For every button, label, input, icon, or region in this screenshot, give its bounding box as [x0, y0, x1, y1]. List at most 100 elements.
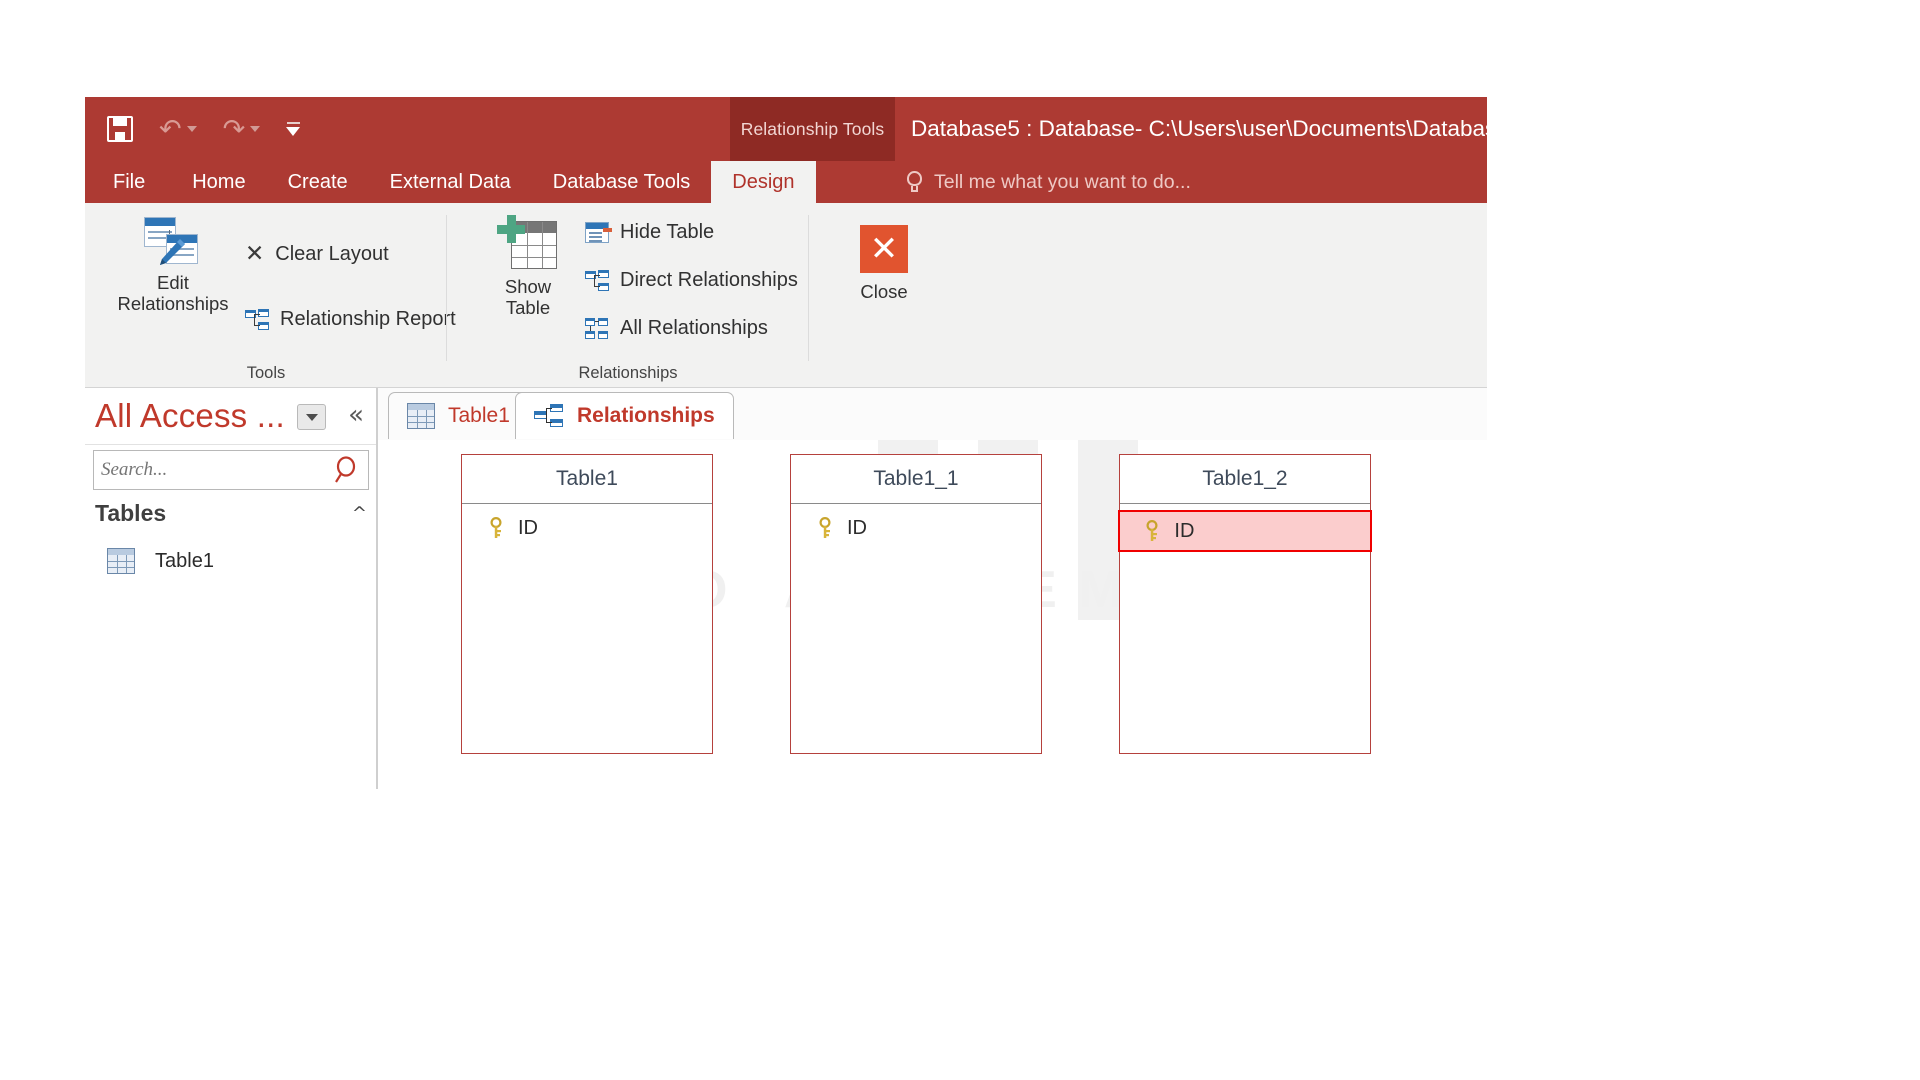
show-table-button[interactable]: Show Table [483, 215, 573, 318]
collapse-navigation-pane-button[interactable]: « [348, 402, 364, 428]
show-table-label-2: Table [505, 296, 551, 318]
tab-create[interactable]: Create [267, 161, 369, 203]
workspace: All Access ... « Tables ^ [85, 388, 1487, 789]
tables-group-header[interactable]: Tables ^ [95, 500, 367, 527]
all-relationships-icon [585, 317, 609, 340]
ribbon-group-tools: Edit Relationships ✕ Clear Layout Relati… [85, 203, 456, 387]
redo-button[interactable]: ↷ [223, 116, 261, 143]
contextual-tab-text: Relationship Tools [740, 118, 885, 139]
document-tab-table1[interactable]: Table1 [388, 392, 529, 439]
search-field[interactable] [93, 450, 369, 490]
all-relationships-label: All Relationships [620, 317, 768, 339]
relationship-table-table1-1[interactable]: Table1_1 ID [790, 454, 1042, 754]
all-relationships-button[interactable]: All Relationships [585, 317, 768, 340]
primary-key-icon [1144, 519, 1161, 542]
navigation-pane: All Access ... « Tables ^ [85, 388, 378, 789]
relationship-table-table1-2[interactable]: Table1_2 ID [1118, 454, 1372, 754]
tab-home[interactable]: Home [171, 161, 266, 203]
navigation-pane-dropdown-button[interactable] [297, 404, 326, 430]
close-label: Close [860, 281, 908, 302]
relationship-field-row[interactable]: ID [791, 510, 1041, 546]
undo-button[interactable]: ↶ [159, 116, 197, 143]
group-label-relationships: Relationships [578, 364, 678, 382]
edit-relationships-icon [144, 217, 202, 273]
relationship-report-button[interactable]: Relationship Report [245, 308, 456, 331]
direct-relationships-label: Direct Relationships [620, 269, 798, 291]
edit-relationships-button[interactable]: Edit Relationships [113, 217, 233, 314]
customize-qat-bar-icon [286, 122, 300, 124]
ribbon-tab-row: File Home Create External Data Database … [85, 161, 1487, 203]
contextual-tab-label: Relationship Tools [730, 97, 895, 161]
relationship-table-title: Table1 [462, 455, 712, 504]
search-icon[interactable] [333, 456, 359, 484]
chevron-down-icon [305, 413, 318, 421]
tell-me-search[interactable]: Tell me what you want to do... [907, 161, 1191, 203]
relationship-table-title: Table1_1 [791, 455, 1041, 504]
undo-dropdown-icon[interactable] [186, 126, 197, 132]
close-icon: ✕ [860, 225, 908, 273]
quick-access-toolbar: ↶ ↷ [85, 97, 301, 161]
primary-key-icon [488, 516, 505, 539]
clear-layout-label: Clear Layout [275, 243, 389, 265]
redo-dropdown-icon[interactable] [250, 126, 261, 132]
relationship-report-icon [245, 308, 269, 331]
search-input[interactable] [94, 458, 318, 482]
window-title: Database5 : Database- C:\Users\user\Docu… [911, 116, 1487, 141]
save-icon [107, 116, 133, 142]
tell-me-placeholder: Tell me what you want to do... [934, 170, 1191, 193]
relationship-report-label: Relationship Report [280, 308, 456, 330]
close-button[interactable]: ✕ Close [836, 225, 932, 303]
edit-relationships-label-2: Relationships [117, 292, 229, 314]
document-area: Table1 Relationships Table1 ID Table1_1 … [378, 388, 1487, 789]
relationship-field-row[interactable]: ID [462, 510, 712, 546]
relationship-field-label: ID [1174, 519, 1195, 542]
customize-quick-access-toolbar-button[interactable] [286, 122, 301, 136]
show-table-icon [497, 215, 559, 273]
relationship-field-label: ID [518, 516, 538, 539]
tab-design[interactable]: Design [711, 161, 816, 203]
redo-icon: ↷ [222, 113, 246, 145]
tab-external-data[interactable]: External Data [369, 161, 532, 203]
direct-relationships-button[interactable]: Direct Relationships [585, 269, 798, 292]
ribbon-body: Edit Relationships ✕ Clear Layout Relati… [85, 203, 1487, 388]
access-window: ↶ ↷ Relationship Tools Database5 : Datab… [85, 97, 1487, 789]
edit-relationships-label-1: Edit [157, 272, 189, 293]
tab-database-tools[interactable]: Database Tools [532, 161, 712, 203]
ribbon-tabs: File Home Create External Data Database … [85, 161, 816, 203]
hide-table-label: Hide Table [620, 221, 715, 243]
relationship-table-table1[interactable]: Table1 ID [461, 454, 713, 754]
table-icon [407, 403, 435, 429]
navigation-pane-title: All Access ... [95, 397, 285, 434]
undo-icon: ↶ [159, 113, 182, 145]
relationships-canvas[interactable]: ATRO ACADEMY Table1 ID [378, 440, 1487, 789]
lightbulb-icon [907, 171, 923, 193]
clear-layout-button[interactable]: ✕ Clear Layout [245, 243, 389, 266]
hide-table-button[interactable]: Hide Table [585, 221, 714, 244]
ribbon-group-close: ✕ Close [809, 203, 959, 387]
navigation-pane-header: All Access ... « [85, 388, 376, 445]
clear-layout-x-icon: ✕ [245, 241, 265, 267]
save-button[interactable] [107, 116, 133, 142]
primary-key-icon [817, 516, 834, 539]
relationship-table-title: Table1_2 [1120, 455, 1370, 504]
document-tab-label: Table1 [448, 404, 510, 427]
direct-relationships-icon [585, 269, 609, 292]
tables-group-label: Tables [95, 500, 167, 526]
title-bar: ↶ ↷ Relationship Tools Database5 : Datab… [85, 97, 1487, 161]
hide-table-icon [585, 222, 612, 243]
relationships-icon [534, 404, 564, 428]
group-label-tools: Tools [246, 364, 286, 382]
show-table-label-1: Show [504, 276, 552, 297]
document-tab-bar: Table1 Relationships [378, 388, 1487, 441]
table-icon [107, 548, 135, 574]
chevron-down-icon [286, 127, 301, 136]
chevron-up-icon[interactable]: ^ [352, 503, 367, 524]
tab-file[interactable]: File [85, 161, 171, 203]
nav-item-table1[interactable]: Table1 [107, 548, 214, 574]
relationship-field-row-selected[interactable]: ID [1118, 510, 1372, 552]
ribbon-group-relationships: Show Table Hide Table Direct Relationshi… [447, 203, 809, 387]
relationship-field-label: ID [847, 516, 867, 539]
document-tab-relationships[interactable]: Relationships [515, 392, 734, 439]
nav-item-label: Table1 [155, 549, 214, 572]
document-tab-label: Relationships [577, 404, 715, 427]
